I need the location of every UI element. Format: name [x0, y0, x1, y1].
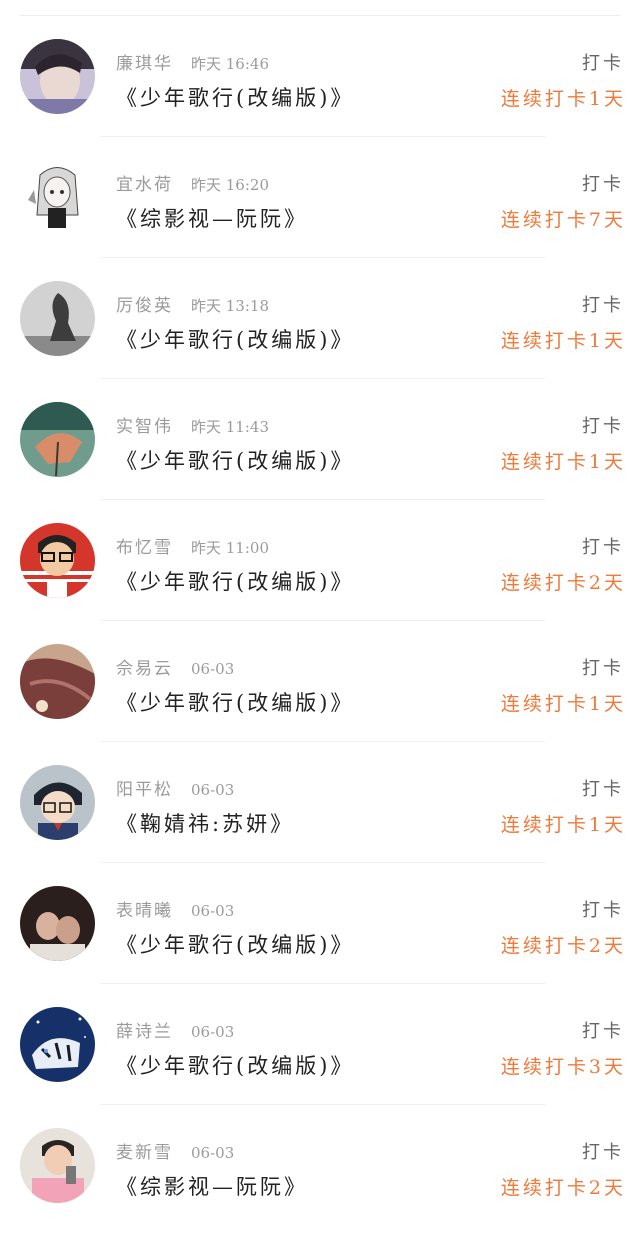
book-title[interactable]: 《综影视—阮阮》 — [116, 203, 308, 233]
avatar[interactable] — [20, 402, 95, 477]
user-name[interactable]: 薛诗兰 — [116, 1022, 173, 1042]
list-item[interactable]: 表晴曦 06-03 《少年歌行(改编版)》 打卡 连续打卡2天 — [0, 863, 640, 984]
checkin-label: 打卡 — [582, 537, 624, 558]
list-item[interactable]: 厉俊英 昨天 13:18 《少年歌行(改编版)》 打卡 连续打卡1天 — [0, 258, 640, 379]
post-meta: 实智伟 昨天 11:43 — [116, 412, 269, 437]
post-time: 06-03 — [191, 781, 235, 799]
avatar[interactable] — [20, 886, 95, 961]
post-meta: 厉俊英 昨天 13:18 — [116, 291, 269, 316]
list-item[interactable]: 阳平松 06-03 《鞠婧祎:苏妍》 打卡 连续打卡1天 — [0, 742, 640, 863]
avatar[interactable] — [20, 160, 95, 235]
user-name[interactable]: 表晴曦 — [116, 901, 173, 921]
streak-label: 连续打卡2天 — [500, 935, 626, 957]
post-meta: 佘易云 06-03 — [116, 654, 234, 679]
checkin-label: 打卡 — [582, 900, 624, 921]
book-title[interactable]: 《综影视—阮阮》 — [116, 1171, 308, 1201]
checkin-label: 打卡 — [582, 174, 624, 195]
checkin-label: 打卡 — [582, 416, 624, 437]
user-name[interactable]: 布忆雪 — [116, 538, 173, 558]
book-title[interactable]: 《少年歌行(改编版)》 — [116, 687, 354, 717]
user-name[interactable]: 佘易云 — [116, 659, 173, 679]
streak-label: 连续打卡2天 — [500, 572, 626, 594]
user-name[interactable]: 实智伟 — [116, 417, 173, 437]
book-title[interactable]: 《少年歌行(改编版)》 — [116, 1050, 354, 1080]
post-meta: 表晴曦 06-03 — [116, 896, 234, 921]
avatar[interactable] — [20, 644, 95, 719]
streak-label: 连续打卡1天 — [500, 451, 626, 473]
post-time: 06-03 — [191, 1144, 235, 1162]
streak-label: 连续打卡3天 — [500, 1056, 626, 1078]
post-time: 06-03 — [191, 660, 235, 678]
checkin-label: 打卡 — [582, 658, 624, 679]
user-name[interactable]: 麦新雪 — [116, 1143, 173, 1163]
avatar[interactable] — [20, 1128, 95, 1203]
checkin-label: 打卡 — [582, 1021, 624, 1042]
avatar[interactable] — [20, 39, 95, 114]
avatar[interactable] — [20, 1007, 95, 1082]
user-name[interactable]: 阳平松 — [116, 780, 173, 800]
user-name[interactable]: 廉琪华 — [116, 54, 173, 74]
book-title[interactable]: 《少年歌行(改编版)》 — [116, 324, 354, 354]
post-time: 06-03 — [191, 902, 235, 920]
post-time: 06-03 — [191, 1023, 235, 1041]
post-meta: 麦新雪 06-03 — [116, 1138, 234, 1163]
checkin-label: 打卡 — [582, 1142, 624, 1163]
list-item[interactable]: 薛诗兰 06-03 《少年歌行(改编版)》 打卡 连续打卡3天 — [0, 984, 640, 1105]
post-meta: 阳平松 06-03 — [116, 775, 234, 800]
checkin-label: 打卡 — [582, 779, 624, 800]
user-name[interactable]: 宜水荷 — [116, 175, 173, 195]
post-time: 昨天 11:00 — [191, 539, 269, 557]
book-title[interactable]: 《少年歌行(改编版)》 — [116, 929, 354, 959]
streak-label: 连续打卡1天 — [500, 88, 626, 110]
avatar[interactable] — [20, 281, 95, 356]
list-item[interactable]: 宜水荷 昨天 16:20 《综影视—阮阮》 打卡 连续打卡7天 — [0, 137, 640, 258]
post-meta: 薛诗兰 06-03 — [116, 1017, 234, 1042]
checkin-label: 打卡 — [582, 53, 624, 74]
streak-label: 连续打卡1天 — [500, 814, 626, 836]
post-time: 昨天 13:18 — [191, 297, 269, 315]
post-meta: 布忆雪 昨天 11:00 — [116, 533, 269, 558]
checkin-label: 打卡 — [582, 295, 624, 316]
book-title[interactable]: 《少年歌行(改编版)》 — [116, 445, 354, 475]
avatar[interactable] — [20, 523, 95, 598]
list-item[interactable]: 实智伟 昨天 11:43 《少年歌行(改编版)》 打卡 连续打卡1天 — [0, 379, 640, 500]
book-title[interactable]: 《鞠婧祎:苏妍》 — [116, 808, 294, 838]
streak-label: 连续打卡1天 — [500, 330, 626, 352]
post-time: 昨天 16:20 — [191, 176, 269, 194]
book-title[interactable]: 《少年歌行(改编版)》 — [116, 82, 354, 112]
list-item[interactable]: 佘易云 06-03 《少年歌行(改编版)》 打卡 连续打卡1天 — [0, 621, 640, 742]
streak-label: 连续打卡7天 — [500, 209, 626, 231]
user-name[interactable]: 厉俊英 — [116, 296, 173, 316]
streak-label: 连续打卡1天 — [500, 693, 626, 715]
avatar[interactable] — [20, 765, 95, 840]
post-time: 昨天 11:43 — [191, 418, 269, 436]
list-item[interactable]: 廉琪华 昨天 16:46 《少年歌行(改编版)》 打卡 连续打卡1天 — [0, 16, 640, 137]
checkin-feed: 廉琪华 昨天 16:46 《少年歌行(改编版)》 打卡 连续打卡1天 宜水荷 昨天 … — [0, 16, 640, 1226]
list-item[interactable]: 布忆雪 昨天 11:00 《少年歌行(改编版)》 打卡 连续打卡2天 — [0, 500, 640, 621]
book-title[interactable]: 《少年歌行(改编版)》 — [116, 566, 354, 596]
post-meta: 宜水荷 昨天 16:20 — [116, 170, 269, 195]
post-meta: 廉琪华 昨天 16:46 — [116, 49, 269, 74]
streak-label: 连续打卡2天 — [500, 1177, 626, 1199]
list-item[interactable]: 麦新雪 06-03 《综影视—阮阮》 打卡 连续打卡2天 — [0, 1105, 640, 1226]
post-time: 昨天 16:46 — [191, 55, 269, 73]
